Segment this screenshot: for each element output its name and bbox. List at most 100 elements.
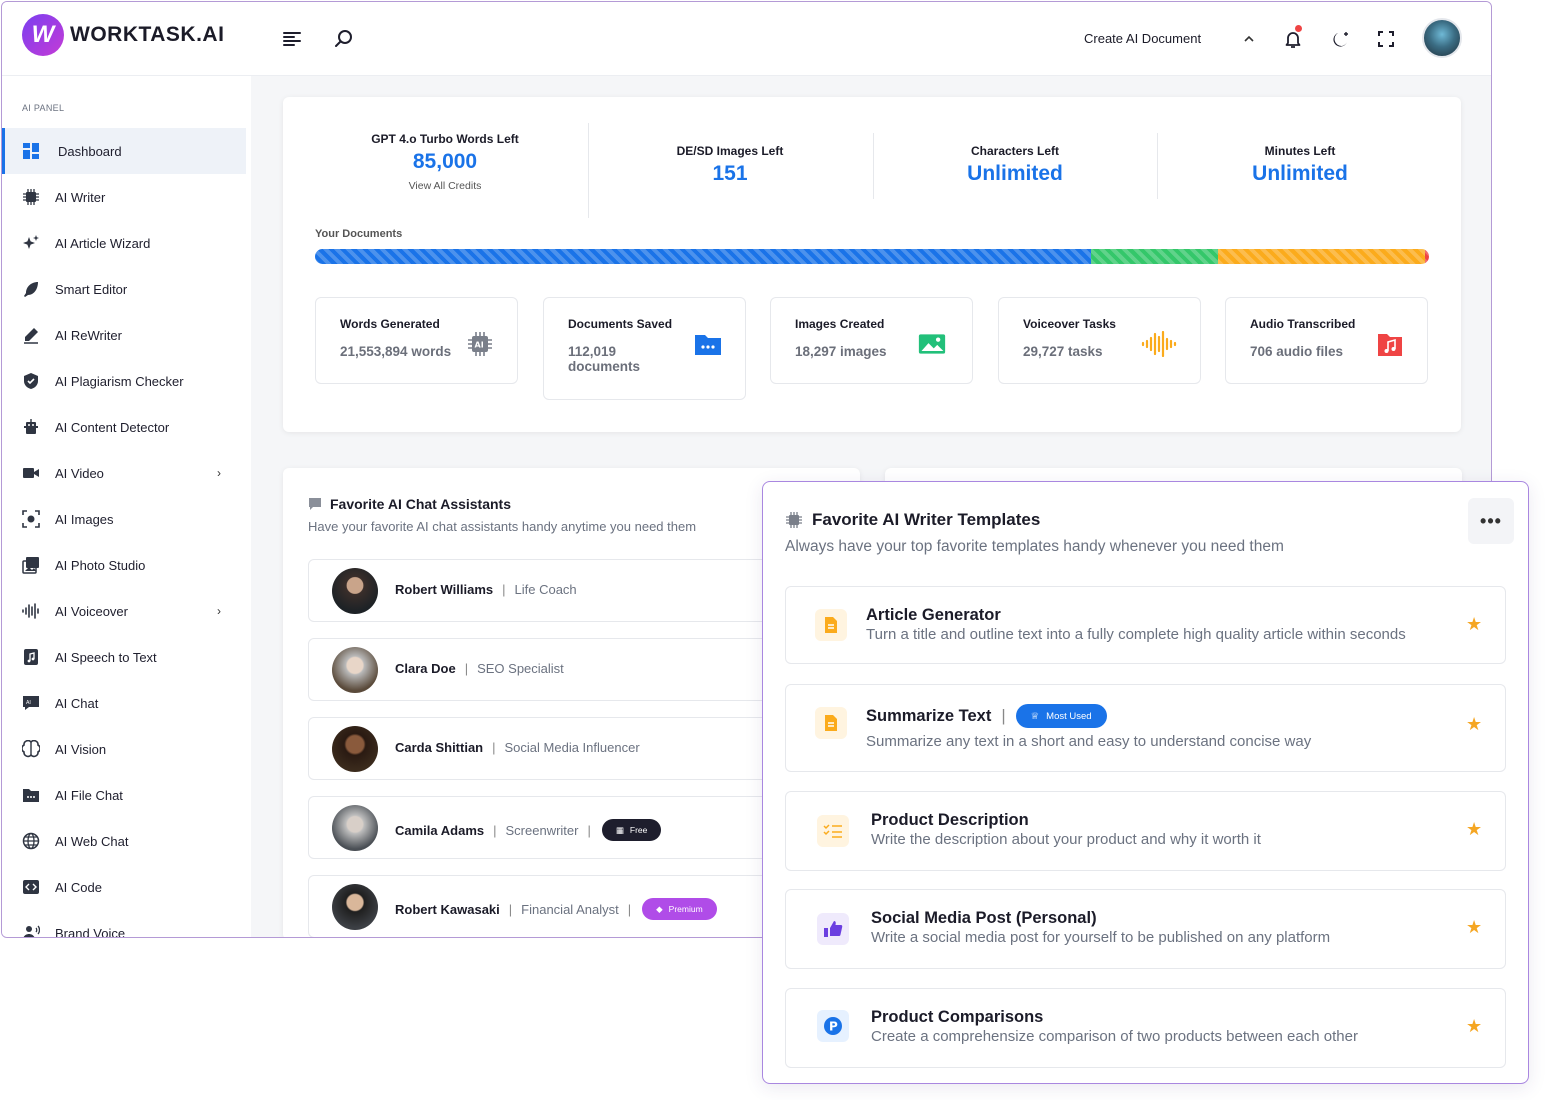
favorite-star-icon[interactable]: ★: [1466, 819, 1482, 840]
more-options-button[interactable]: •••: [1468, 498, 1514, 544]
sidebar-item-ai-video[interactable]: AI Video ›: [2, 450, 246, 496]
usage-bar-segment: [315, 249, 1092, 264]
template-item-summarize-text[interactable]: Summarize Text | ♕ Most Used Summarize any …: [785, 684, 1506, 772]
sidebar-item-ai-file-chat[interactable]: AI File Chat: [2, 772, 246, 818]
sidebar-section-title: AI PANEL: [22, 103, 65, 113]
template-item-social-media-post[interactable]: Social Media Post (Personal) Write a soc…: [785, 889, 1506, 969]
sidebar-item-ai-web-chat[interactable]: AI Web Chat: [2, 818, 246, 864]
sidebar-item-ai-code[interactable]: AI Code: [2, 864, 246, 910]
template-description: Turn a title and outline text into a ful…: [866, 626, 1406, 643]
avatar: [332, 726, 378, 772]
view-all-credits-link[interactable]: View All Credits: [345, 180, 545, 192]
favorite-star-icon[interactable]: ★: [1466, 714, 1482, 735]
top-bar: W WORKTASK.AI Create AI Document: [2, 2, 1491, 76]
sidebar-item-ai-content-detector[interactable]: AI Content Detector: [2, 404, 246, 450]
assistant-name-line: Clara Doe | SEO Specialist: [395, 661, 564, 676]
svg-text:P: P: [829, 1020, 838, 1034]
sidebar-item-label: AI Plagiarism Checker: [55, 373, 184, 389]
chevron-right-icon[interactable]: ›: [217, 604, 221, 618]
sidebar-item-brand-voice[interactable]: Brand Voice: [2, 910, 246, 937]
sidebar-item-ai-voiceover[interactable]: AI Voiceover ›: [2, 588, 246, 634]
stat-value: 112,019 documents: [568, 344, 641, 374]
sidebar-item-ai-article-wizard[interactable]: AI Article Wizard: [2, 220, 246, 266]
template-description: Write a social media post for yourself t…: [871, 929, 1331, 946]
crown-icon: ♕: [1030, 710, 1040, 722]
separator: |: [1001, 706, 1006, 725]
credit-label: GPT 4.o Turbo Words Left: [371, 132, 519, 146]
avatar: [332, 884, 378, 930]
image-icon: [918, 334, 946, 354]
documents-usage-bar: [315, 249, 1429, 264]
search-icon[interactable]: [333, 28, 355, 50]
stat-label: Documents Saved: [568, 317, 673, 331]
template-item-article-generator[interactable]: Article Generator Turn a title and outli…: [785, 586, 1506, 664]
document-icon: [815, 707, 847, 739]
template-item-product-comparisons[interactable]: P Product Comparisons Create a comprehen…: [785, 988, 1506, 1068]
favorite-star-icon[interactable]: ★: [1466, 1016, 1482, 1037]
sidebar-item-label: AI Writer: [55, 189, 106, 205]
assistant-role: Life Coach: [514, 582, 577, 597]
chevron-right-icon[interactable]: ›: [217, 466, 221, 480]
stat-voiceover-tasks: Voiceover Tasks 29,727 tasks: [998, 297, 1201, 384]
sidebar-item-ai-chat[interactable]: AI AI Chat: [2, 680, 246, 726]
chat-assistants-subtitle: Have your favorite AI chat assistants ha…: [308, 519, 697, 534]
sidebar-item-label: AI Voiceover: [55, 603, 128, 619]
sidebar-item-label: AI Web Chat: [55, 833, 129, 849]
sidebar-item-ai-plagiarism-checker[interactable]: AI Plagiarism Checker: [2, 358, 246, 404]
dashboard-icon: [21, 141, 41, 161]
stat-label: Images Created: [795, 317, 885, 331]
sidebar-item-label: AI File Chat: [55, 787, 123, 803]
favorite-star-icon[interactable]: ★: [1466, 917, 1482, 938]
user-avatar[interactable]: [1422, 18, 1462, 58]
sidebar-item-smart-editor[interactable]: Smart Editor: [2, 266, 246, 312]
avatar: [332, 568, 378, 614]
separator: |: [493, 822, 497, 838]
bell-icon[interactable]: [1282, 28, 1304, 50]
credit-label: Characters Left: [970, 144, 1060, 158]
writer-templates-card: Favorite AI Writer Templates Always have…: [762, 481, 1529, 1084]
assistant-name-line: Robert Kawasaki | Financial Analyst | ◆ Premi…: [395, 898, 717, 920]
create-ai-document-button[interactable]: Create AI Document: [1084, 31, 1201, 46]
sidebar-item-ai-rewriter[interactable]: AI ReWriter: [2, 312, 246, 358]
menu-toggle-icon[interactable]: [281, 28, 303, 50]
template-description: Create a comprehensize comparison of two…: [871, 1028, 1358, 1045]
sidebar-item-label: AI Chat: [55, 695, 99, 711]
sidebar-item-ai-photo-studio[interactable]: AI Photo Studio: [2, 542, 246, 588]
stat-label: Voiceover Tasks: [1023, 317, 1116, 331]
favorite-star-icon[interactable]: ★: [1466, 614, 1482, 635]
assistant-name: Robert Williams: [395, 582, 494, 597]
assistant-role: Screenwriter: [505, 822, 579, 838]
sidebar-item-dashboard[interactable]: Dashboard: [2, 128, 246, 174]
sidebar-item-label: AI Code: [55, 879, 102, 895]
diamond-icon: ◆: [656, 903, 663, 914]
stat-words-generated: Words Generated 21,553,894 words AI: [315, 297, 518, 384]
credit-gpt-words: GPT 4.o Turbo Words Left 85,000 View All…: [345, 132, 545, 192]
chevron-up-icon[interactable]: [1238, 29, 1260, 51]
sidebar-item-ai-speech-to-text[interactable]: AI Speech to Text: [2, 634, 246, 680]
separator: |: [627, 901, 632, 917]
sidebar-item-label: Smart Editor: [55, 281, 128, 297]
fullscreen-icon[interactable]: [1375, 28, 1397, 50]
checklist-icon: [817, 815, 849, 847]
stat-value: 706 audio files: [1250, 344, 1344, 359]
credit-label: Minutes Left: [1264, 144, 1336, 158]
dark-mode-icon[interactable]: [1329, 28, 1351, 50]
sidebar-item-label: AI ReWriter: [55, 327, 122, 343]
video-icon: [21, 463, 41, 483]
sidebar-item-label: AI Article Wizard: [55, 235, 151, 251]
stat-images-created: Images Created 18,297 images: [770, 297, 973, 384]
template-title-line: Summarize Text | ♕ Most Used: [866, 704, 1107, 728]
credit-value: Unlimited: [967, 162, 1063, 185]
stat-value: 21,553,894 words: [340, 344, 452, 359]
separator: |: [508, 901, 513, 917]
logo[interactable]: W WORKTASK.AI: [22, 14, 224, 56]
credit-value: 151: [712, 162, 748, 185]
sidebar-item-label: AI Video: [55, 465, 104, 481]
stat-label: Audio Transcribed: [1250, 317, 1356, 331]
template-item-product-description[interactable]: Product Description Write the descriptio…: [785, 791, 1506, 871]
sidebar-item-ai-vision[interactable]: AI Vision: [2, 726, 246, 772]
sidebar-item-ai-writer[interactable]: AI Writer: [2, 174, 246, 220]
separator: |: [587, 822, 591, 838]
assistant-name: Carda Shittian: [395, 740, 484, 755]
sidebar-item-ai-images[interactable]: AI Images: [2, 496, 246, 542]
